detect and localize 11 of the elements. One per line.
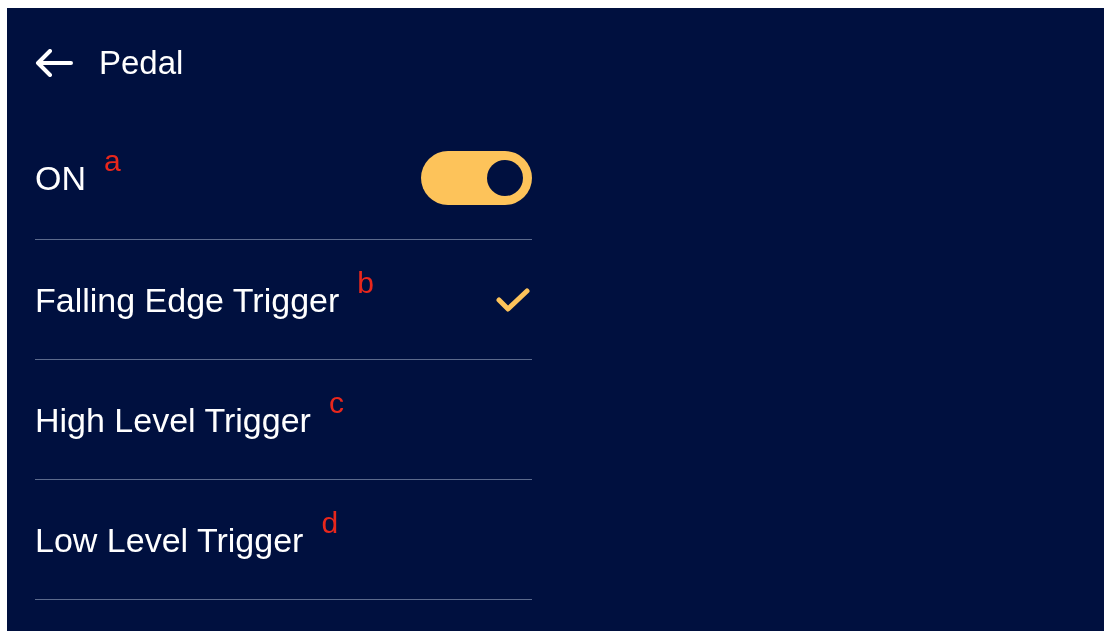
- trigger-option[interactable]: High Level Trigger: [35, 399, 311, 440]
- power-label: ON: [35, 157, 86, 198]
- trigger-option[interactable]: Falling Edge Trigger: [35, 279, 340, 320]
- back-icon[interactable]: [35, 49, 73, 77]
- annotation-letter: a: [104, 145, 121, 176]
- annotation-letter: c: [328, 387, 344, 418]
- annotation-letter: d: [321, 507, 339, 538]
- power-toggle[interactable]: [421, 150, 532, 205]
- screen-title: Pedal: [99, 44, 184, 82]
- trigger-option[interactable]: Low Level Trigger: [35, 519, 304, 560]
- annotation-letter: b: [357, 267, 374, 298]
